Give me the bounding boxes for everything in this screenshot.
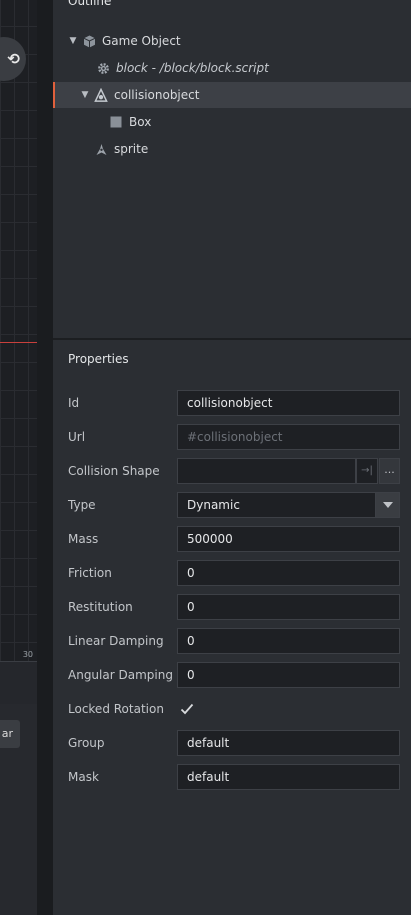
outline-item-label: Game Object [102, 34, 181, 48]
canvas-ruler-tick: 30 [22, 650, 33, 659]
gear-icon [96, 61, 110, 75]
canvas-x-axis [0, 342, 37, 343]
outline-item-sprite[interactable]: sprite [53, 136, 411, 162]
outline-item-label: block - /block/block.script [116, 61, 269, 75]
outline-item-box[interactable]: Box [53, 109, 411, 135]
chevron-down-icon [382, 502, 393, 508]
mass-label: Mass [68, 532, 99, 546]
checkmark-icon [180, 703, 194, 715]
collision-object-icon [94, 87, 108, 102]
panel-splitter[interactable] [37, 0, 53, 915]
type-dropdown-button[interactable] [375, 492, 400, 518]
outline-item-collisionobject[interactable]: ▼ collisionobject [53, 82, 411, 108]
restitution-label: Restitution [68, 600, 133, 614]
scene-canvas[interactable]: 30 [0, 0, 37, 662]
mask-field[interactable]: default [177, 764, 400, 790]
url-label: Url [68, 430, 86, 444]
mask-label: Mask [68, 770, 99, 784]
group-label: Group [68, 736, 105, 750]
mass-field[interactable]: 500000 [177, 526, 400, 552]
id-label: Id [68, 396, 80, 410]
angular-damping-label: Angular Damping [68, 668, 173, 682]
url-field[interactable]: #collisionobject [177, 424, 400, 450]
outline-item-label: sprite [114, 142, 149, 156]
sprite-icon [94, 142, 108, 156]
outline-item-script[interactable]: block - /block/block.script [53, 55, 411, 81]
outline-title: Outline [68, 0, 112, 8]
bottom-panel-button[interactable]: ar [0, 720, 20, 748]
expand-arrow-icon[interactable]: ▼ [80, 90, 90, 100]
scene-editor-panel: 30 ⟲ ar [0, 0, 37, 915]
outline-item-game-object[interactable]: ▼ Game Object [53, 28, 411, 54]
cube-icon [82, 34, 96, 48]
goto-resource-button[interactable]: →| [356, 458, 378, 484]
type-select[interactable]: Dynamic [177, 492, 376, 518]
outline-panel: Outline ▼ Game Object block - /block/blo… [53, 0, 411, 338]
browse-button[interactable]: ... [379, 458, 400, 484]
angular-damping-field[interactable]: 0 [177, 662, 400, 688]
linear-damping-field[interactable]: 0 [177, 628, 400, 654]
properties-panel: Properties Id collisionobject Url #colli… [53, 340, 411, 915]
group-field[interactable]: default [177, 730, 400, 756]
id-field[interactable]: collisionobject [177, 390, 400, 416]
collision-shape-label: Collision Shape [68, 464, 160, 478]
collision-shape-field[interactable] [177, 458, 356, 484]
locked-rotation-checkbox[interactable] [177, 699, 197, 719]
restitution-field[interactable]: 0 [177, 594, 400, 620]
outline-item-label: collisionobject [114, 88, 200, 102]
refresh-icon: ⟲ [7, 50, 20, 68]
friction-field[interactable]: 0 [177, 560, 400, 586]
outline-item-label: Box [129, 115, 152, 129]
linear-damping-label: Linear Damping [68, 634, 164, 648]
properties-title: Properties [68, 352, 129, 366]
friction-label: Friction [68, 566, 112, 580]
expand-arrow-icon[interactable]: ▼ [68, 36, 78, 46]
box-shape-icon [109, 115, 123, 129]
goto-arrow-icon: →| [361, 465, 373, 476]
locked-rotation-label: Locked Rotation [68, 702, 164, 716]
type-label: Type [68, 498, 96, 512]
